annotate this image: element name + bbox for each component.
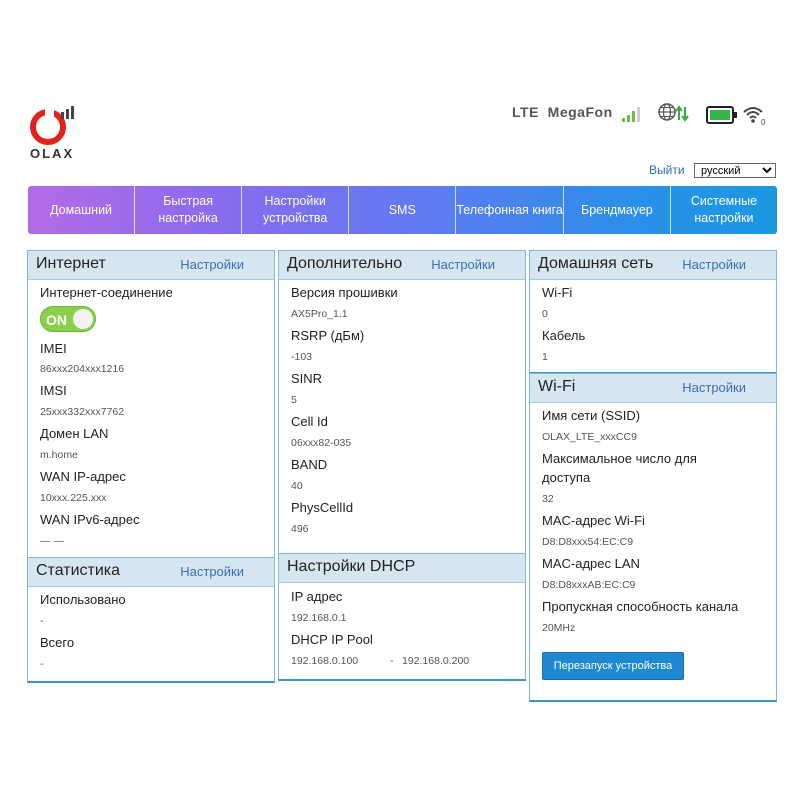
mac-lan-value: D8:D8xxxAB:EC:C9 bbox=[542, 579, 636, 591]
firmware-value: AX5Pro_1.1 bbox=[291, 308, 348, 320]
nav-quick-setup[interactable]: Быстрая настройка bbox=[135, 186, 243, 234]
wifi-settings-link[interactable]: Настройки bbox=[682, 380, 746, 395]
sinr-value: 5 bbox=[291, 394, 297, 406]
signal-icon bbox=[622, 107, 640, 122]
band-value: 40 bbox=[291, 480, 303, 492]
internet-panel: Интернет Настройки Интернет-соединение O… bbox=[27, 250, 275, 559]
home-network-panel: Домашняя сеть Настройки Wi-Fi 0 Кабель 1 bbox=[529, 250, 777, 374]
home-wifi-value: 0 bbox=[542, 308, 548, 320]
home-wifi-label: Wi-Fi bbox=[542, 285, 573, 300]
used-value: - bbox=[40, 615, 44, 627]
pci-value: 496 bbox=[291, 523, 309, 535]
wan-ip-label: WAN IP-адрес bbox=[40, 469, 126, 484]
max-clients-label-line2: доступа bbox=[542, 470, 591, 485]
nav-phonebook[interactable]: Телефонная книга bbox=[456, 186, 564, 234]
restart-device-button[interactable]: Перезапуск устройства bbox=[542, 652, 684, 680]
rsrp-label: RSRP (дБм) bbox=[291, 328, 365, 343]
statistics-panel: Статистика Настройки Использовано - Всег… bbox=[27, 557, 275, 683]
ssid-label: Имя сети (SSID) bbox=[542, 408, 641, 423]
mac-wifi-label: MAC-адрес Wi-Fi bbox=[542, 513, 645, 528]
lan-domain-value: m.home bbox=[40, 449, 78, 461]
rsrp-value: -103 bbox=[291, 351, 313, 363]
additional-panel-header: Дополнительно Настройки bbox=[279, 251, 525, 280]
max-clients-value: 32 bbox=[542, 493, 554, 505]
mac-wifi-value: D8:D8xxx54:EC:C9 bbox=[542, 536, 634, 548]
dhcp-pool-label: DHCP IP Pool bbox=[291, 632, 373, 647]
main-nav: Домашний Быстрая настройка Настройки уст… bbox=[28, 186, 777, 234]
sinr-label: SINR bbox=[291, 371, 323, 386]
language-select[interactable]: русский bbox=[694, 163, 776, 178]
bandwidth-label: Пропускная способность канала bbox=[542, 599, 739, 614]
internet-panel-header: Интернет Настройки bbox=[28, 251, 274, 280]
additional-settings-link[interactable]: Настройки bbox=[431, 257, 495, 272]
band-label: BAND bbox=[291, 457, 328, 472]
dhcp-pool-end: 192.168.0.200 bbox=[402, 655, 470, 667]
home-network-panel-header: Домашняя сеть Настройки bbox=[530, 251, 776, 280]
statistics-settings-link[interactable]: Настройки bbox=[180, 564, 244, 579]
imsi-value: 25xxx332xxx7762 bbox=[40, 406, 125, 418]
dhcp-panel-header: Настройки DHCP bbox=[279, 554, 525, 583]
nav-quick-setup-label: Быстрая настройка bbox=[158, 194, 218, 225]
wifi-panel: Wi-Fi Настройки Имя сети (SSID) OLAX_LTE… bbox=[529, 373, 777, 702]
used-label: Использовано bbox=[40, 592, 126, 607]
toggle-on-label: ON bbox=[46, 312, 67, 328]
nav-sms[interactable]: SMS bbox=[349, 186, 457, 234]
mac-lan-label: MAC-адрес LAN bbox=[542, 556, 640, 571]
wifi-title: Wi-Fi bbox=[538, 378, 576, 395]
firmware-label: Версия прошивки bbox=[291, 285, 398, 300]
imei-value: 86xxx204xxx1216 bbox=[40, 363, 125, 375]
home-network-title: Домашняя сеть bbox=[538, 255, 654, 272]
bandwidth-value: 20MHz bbox=[542, 622, 576, 634]
dhcp-pool-separator: - bbox=[390, 655, 394, 667]
internet-title: Интернет bbox=[36, 255, 106, 272]
wan-ipv6-value: — — bbox=[40, 535, 64, 547]
additional-panel: Дополнительно Настройки Версия прошивки … bbox=[278, 250, 526, 555]
nav-device-settings[interactable]: Настройки устройства bbox=[242, 186, 350, 234]
wan-ipv6-label: WAN IPv6-адрес bbox=[40, 512, 140, 527]
cable-value: 1 bbox=[542, 351, 548, 363]
wifi-icon: 0 bbox=[743, 107, 766, 126]
dhcp-title: Настройки DHCP bbox=[287, 558, 416, 575]
logo-text: OLAX bbox=[30, 146, 75, 161]
wan-ip-value: 10xxx.225.xxx bbox=[40, 492, 107, 504]
total-value: - bbox=[40, 658, 44, 670]
nav-system-settings[interactable]: Системные настройки bbox=[671, 186, 777, 234]
home-network-settings-link[interactable]: Настройки bbox=[682, 257, 746, 272]
dhcp-pool-start: 192.168.0.100 bbox=[291, 655, 359, 667]
logout-link[interactable]: Выйти bbox=[649, 163, 685, 177]
lan-domain-label: Домен LAN bbox=[40, 426, 109, 441]
nav-device-settings-label: Настройки устройства bbox=[262, 194, 328, 225]
dhcp-ip-label: IP адрес bbox=[291, 589, 343, 604]
svg-text:0: 0 bbox=[761, 118, 766, 126]
ssid-value: OLAX_LTE_xxxCC9 bbox=[542, 431, 637, 443]
connection-label: Интернет-соединение bbox=[40, 285, 173, 300]
imsi-label: IMSI bbox=[40, 383, 67, 398]
toggle-knob bbox=[73, 309, 93, 329]
max-clients-label: Максимальное число для bbox=[542, 451, 697, 466]
statistics-panel-header: Статистика Настройки bbox=[28, 558, 274, 587]
cable-label: Кабель bbox=[542, 328, 586, 343]
nav-system-settings-label: Системные настройки bbox=[690, 194, 758, 225]
battery-icon bbox=[706, 106, 737, 124]
network-operator: LTE MegaFon bbox=[512, 104, 613, 120]
total-label: Всего bbox=[40, 635, 75, 650]
statistics-title: Статистика bbox=[36, 562, 121, 579]
nav-home[interactable]: Домашний bbox=[28, 186, 136, 234]
cellid-label: Cell Id bbox=[291, 414, 328, 429]
internet-settings-link[interactable]: Настройки bbox=[180, 257, 244, 272]
globe-icon bbox=[658, 103, 689, 122]
dhcp-ip-value: 192.168.0.1 bbox=[291, 612, 347, 624]
cellid-value: 06xxx82-035 bbox=[291, 437, 352, 449]
pci-label: PhysCellId bbox=[291, 500, 354, 515]
wifi-panel-header: Wi-Fi Настройки bbox=[530, 374, 776, 403]
additional-title: Дополнительно bbox=[287, 255, 403, 272]
nav-firewall[interactable]: Брендмауер bbox=[564, 186, 671, 234]
dhcp-panel: Настройки DHCP IP адрес 192.168.0.1 DHCP… bbox=[278, 553, 526, 681]
imei-label: IMEI bbox=[40, 341, 67, 356]
connection-toggle[interactable]: ON bbox=[40, 306, 96, 332]
